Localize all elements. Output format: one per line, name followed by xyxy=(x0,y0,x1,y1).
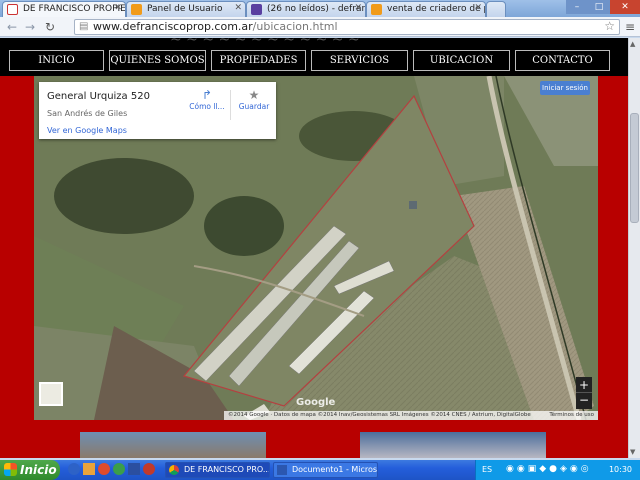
window-controls: – □ ✕ xyxy=(566,0,640,14)
url-host: www.defranciscoprop.com.ar xyxy=(93,20,253,33)
minimize-icon[interactable]: – xyxy=(566,0,588,14)
app-icon[interactable] xyxy=(143,463,155,475)
sign-in-button[interactable]: Iniciar sesión xyxy=(540,81,590,95)
word-icon[interactable] xyxy=(128,463,140,475)
tab-panel-usuario[interactable]: Panel de Usuario ✕ xyxy=(126,1,246,17)
task-label: Documento1 - Micros... xyxy=(292,465,378,474)
chrome-icon xyxy=(169,465,179,475)
map-type-thumbnail[interactable] xyxy=(39,382,63,406)
property-photo[interactable] xyxy=(360,432,546,458)
zoom-in-button[interactable]: + xyxy=(576,377,592,393)
task-label: DE FRANCISCO PRO... xyxy=(184,465,270,474)
tab-label: venta de criadero de pollos e xyxy=(387,4,485,14)
tab-label: (26 no leídos) - defranciscop xyxy=(267,4,366,14)
amazon-favicon-icon xyxy=(371,4,382,15)
bookmark-star-icon[interactable]: ☆ xyxy=(604,19,615,33)
place-subtitle: San Andrés de Giles xyxy=(47,109,128,118)
scrollbar-thumb[interactable] xyxy=(630,113,639,223)
close-window-icon[interactable]: ✕ xyxy=(610,0,640,14)
attribution-text: ©2014 Google · Datos de mapa ©2014 Inav/… xyxy=(228,412,531,418)
directions-label: Cómo ll... xyxy=(189,102,225,111)
start-label: Inicio xyxy=(20,463,57,477)
start-button[interactable]: Inicio xyxy=(0,460,60,480)
place-title: General Urquiza 520 xyxy=(47,91,150,102)
menu-icon[interactable]: ≡ xyxy=(622,19,638,35)
site-header: ~ ~ ~ ~ ~ ~ ~ ~ ~ ~ ~ ~ INICIO QUIENES S… xyxy=(0,38,628,76)
close-tab-icon[interactable]: ✕ xyxy=(354,3,362,13)
word-icon xyxy=(277,465,287,475)
nav-inicio[interactable]: INICIO xyxy=(9,50,104,71)
view-in-google-maps-link[interactable]: Ver en Google Maps xyxy=(47,126,127,135)
place-info-card: General Urquiza 520 San Andrés de Giles … xyxy=(39,82,276,139)
task-word[interactable]: Documento1 - Micros... xyxy=(273,462,378,478)
map-attribution: ©2014 Google · Datos de mapa ©2014 Inav/… xyxy=(224,411,598,420)
web-page: ~ ~ ~ ~ ~ ~ ~ ~ ~ ~ ~ ~ INICIO QUIENES S… xyxy=(0,38,628,458)
url-path: /ubicacion.html xyxy=(252,20,338,33)
save-place-button[interactable]: ★ Guardar xyxy=(235,88,273,122)
windows-taskbar: Inicio DE FRANCISCO PRO... Documento1 - … xyxy=(0,460,640,480)
close-tab-icon[interactable]: ✕ xyxy=(474,3,482,13)
close-tab-icon[interactable]: ✕ xyxy=(114,3,122,13)
header-script-decoration: ~ ~ ~ ~ ~ ~ ~ ~ ~ ~ ~ ~ xyxy=(170,38,360,48)
forward-arrow-icon[interactable]: → xyxy=(22,19,38,35)
directions-button[interactable]: ↱ Cómo ll... xyxy=(187,88,227,122)
save-label: Guardar xyxy=(238,102,270,111)
page-scrollbar[interactable]: ▲ ▼ xyxy=(628,38,640,458)
nav-quienes-somos[interactable]: QUIENES SOMOS xyxy=(109,50,206,71)
nav-propiedades[interactable]: PROPIEDADES xyxy=(211,50,306,71)
clock[interactable]: 10:30 xyxy=(609,465,632,474)
terms-link[interactable]: Términos de uso xyxy=(549,411,594,420)
tab-label: Panel de Usuario xyxy=(147,4,223,14)
tab-mail[interactable]: (26 no leídos) - defranciscop ✕ xyxy=(246,1,366,17)
tab-label: DE FRANCISCO PROPIEDAD xyxy=(23,4,126,14)
system-tray: ES ◉◉▣◆●◈◉◎ 10:30 xyxy=(475,460,640,480)
divider xyxy=(230,90,231,120)
google-logo: Google xyxy=(296,397,336,408)
page-icon: ▤ xyxy=(79,21,89,32)
nav-servicios[interactable]: SERVICIOS xyxy=(311,50,408,71)
property-photo[interactable] xyxy=(80,432,266,458)
windows-logo-icon xyxy=(4,463,17,476)
mail-favicon-icon xyxy=(251,4,262,15)
browser-tab-strip: DE FRANCISCO PROPIEDAD ✕ Panel de Usuari… xyxy=(0,0,640,18)
tray-icons: ◉◉▣◆●◈◉◎ xyxy=(506,464,592,474)
zoom-out-button[interactable]: − xyxy=(576,393,592,409)
maximize-icon[interactable]: □ xyxy=(588,0,610,14)
quick-launch xyxy=(68,463,162,477)
amazon-favicon-icon xyxy=(131,4,142,15)
new-tab-button[interactable] xyxy=(486,1,506,17)
address-bar[interactable]: ▤ www.defranciscoprop.com.ar/ubicacion.h… xyxy=(74,19,620,35)
scroll-up-icon[interactable]: ▲ xyxy=(630,40,639,48)
media-icon[interactable] xyxy=(98,463,110,475)
nav-contacto[interactable]: CONTACTO xyxy=(515,50,610,71)
zoom-control: + − xyxy=(576,377,592,409)
reload-icon[interactable]: ↻ xyxy=(42,19,58,35)
directions-arrow-icon: ↱ xyxy=(201,88,213,102)
nav-ubicacion[interactable]: UBICACION xyxy=(413,50,510,71)
folder-icon[interactable] xyxy=(83,463,95,475)
embedded-map[interactable]: General Urquiza 520 San Andrés de Giles … xyxy=(34,76,598,420)
star-icon: ★ xyxy=(248,88,260,102)
back-arrow-icon[interactable]: ← xyxy=(4,19,20,35)
task-browser[interactable]: DE FRANCISCO PRO... xyxy=(165,462,270,478)
chrome-icon[interactable] xyxy=(113,463,125,475)
browser-toolbar: ← → ↻ ▤ www.defranciscoprop.com.ar/ubica… xyxy=(0,17,640,37)
site-favicon-icon xyxy=(7,4,18,15)
close-tab-icon[interactable]: ✕ xyxy=(234,3,242,13)
tab-defrancisco[interactable]: DE FRANCISCO PROPIEDAD ✕ xyxy=(2,1,126,18)
ie-icon[interactable] xyxy=(68,463,80,475)
tab-venta-criadero[interactable]: venta de criadero de pollos e ✕ xyxy=(366,1,486,17)
language-indicator[interactable]: ES xyxy=(482,465,492,474)
scroll-down-icon[interactable]: ▼ xyxy=(630,448,639,456)
